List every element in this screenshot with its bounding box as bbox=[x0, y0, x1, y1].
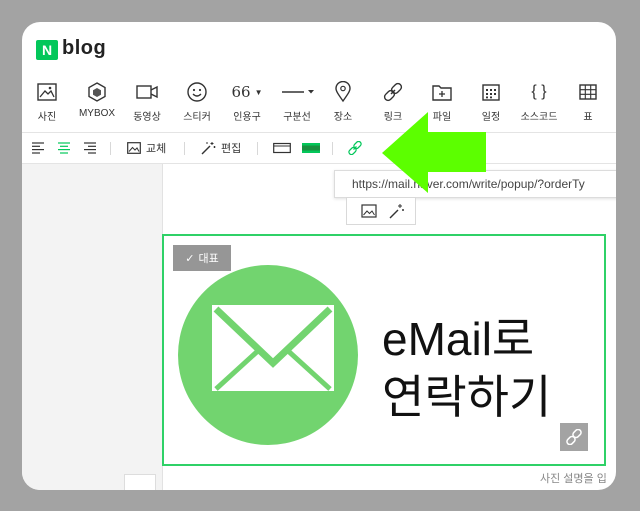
align-right-icon bbox=[84, 142, 96, 154]
size-full-icon bbox=[302, 143, 320, 153]
toolbar-label: 동영상 bbox=[133, 112, 161, 123]
toolbar-label: MYBOX bbox=[78, 108, 116, 119]
toolbar-table-button[interactable]: 표 bbox=[563, 80, 613, 123]
quick-edit-button[interactable] bbox=[387, 202, 405, 220]
quick-replace-button[interactable] bbox=[360, 202, 378, 220]
toolbar-label: 파일 bbox=[432, 112, 452, 123]
code-glyph: { } bbox=[531, 83, 547, 100]
divider-icon bbox=[272, 80, 322, 104]
chevron-down-icon: ▼ bbox=[254, 87, 263, 97]
code-icon: { } bbox=[514, 80, 564, 104]
photo-icon bbox=[22, 80, 72, 104]
toolbar-location-button[interactable]: 장소 bbox=[318, 80, 368, 123]
toolbar-file-button[interactable]: 파일 bbox=[417, 80, 467, 123]
subbar-divider bbox=[184, 142, 185, 155]
toolbar-sticker-button[interactable]: 스티커 bbox=[172, 80, 222, 123]
size-normal-button[interactable] bbox=[273, 139, 291, 157]
toolbar-code-button[interactable]: { } 소스코드 bbox=[514, 80, 564, 123]
align-center-button[interactable] bbox=[58, 139, 70, 157]
toolbar-photo-button[interactable]: 사진 bbox=[22, 80, 72, 123]
location-icon bbox=[318, 80, 368, 104]
subbar-divider bbox=[257, 142, 258, 155]
edit-image-button[interactable]: 편집 bbox=[200, 139, 241, 157]
toolbar-video-button[interactable]: 동영상 bbox=[122, 80, 172, 123]
toolbar-label: 사진 bbox=[37, 112, 57, 123]
size-normal-icon bbox=[273, 142, 291, 154]
toolbar-quote-button[interactable]: 66 ▼ 인용구 bbox=[222, 80, 272, 123]
file-icon bbox=[417, 80, 467, 104]
magic-wand-icon bbox=[389, 204, 404, 219]
image-text-line1: eMail로 bbox=[382, 313, 535, 365]
toolbar-link-button[interactable]: 링크 bbox=[368, 80, 418, 123]
align-center-icon bbox=[58, 142, 70, 154]
link-url-tooltip[interactable]: https://mail.naver.com/write/popup/?orde… bbox=[334, 170, 616, 198]
video-icon bbox=[122, 80, 172, 104]
naver-logo[interactable]: N bbox=[36, 40, 58, 60]
blog-logo-text[interactable]: blog bbox=[62, 37, 106, 60]
image-link-button[interactable] bbox=[348, 139, 362, 157]
quote-icon: 66 ▼ bbox=[222, 80, 272, 104]
envelope-icon bbox=[212, 305, 334, 391]
toolbar-label: 장소 bbox=[333, 112, 353, 123]
selected-image[interactable]: ✓ 대표 eMail로 연락하기 bbox=[162, 234, 606, 466]
size-full-button[interactable] bbox=[302, 139, 320, 157]
photo-icon bbox=[127, 142, 141, 154]
align-right-button[interactable] bbox=[84, 139, 96, 157]
check-icon: ✓ bbox=[185, 252, 195, 265]
image-quick-tools bbox=[346, 197, 416, 225]
left-side-panel bbox=[22, 164, 163, 490]
quote-glyph: 66 bbox=[231, 83, 251, 101]
toolbar-mybox-button[interactable]: MYBOX bbox=[72, 80, 122, 119]
toolbar-label: 인용구 bbox=[233, 112, 261, 123]
replace-label: 교체 bbox=[146, 143, 167, 155]
representative-badge[interactable]: ✓ 대표 bbox=[173, 245, 231, 271]
editor-window: N blog 사진 MYBOX 동영상 스티커 66 ▼ 인용구 구분선 장소 … bbox=[22, 22, 616, 490]
link-icon bbox=[368, 80, 418, 104]
subbar-divider bbox=[110, 142, 111, 155]
toolbar-label: 구분선 bbox=[283, 112, 311, 123]
toolbar-divider-button[interactable]: 구분선 bbox=[272, 80, 322, 123]
link-icon bbox=[566, 429, 582, 445]
toolbar-label: 표 bbox=[583, 112, 593, 123]
edit-label: 편집 bbox=[221, 143, 242, 155]
align-left-icon bbox=[32, 142, 44, 154]
photo-icon bbox=[361, 204, 377, 218]
toolbar-label: 일정 bbox=[481, 112, 501, 123]
toolbar-label: 스티커 bbox=[183, 112, 211, 123]
subbar-divider bbox=[332, 142, 333, 155]
magic-wand-icon bbox=[201, 142, 216, 155]
image-format-bar: 교체 편집 bbox=[22, 133, 616, 163]
image-text-line2: 연락하기 bbox=[382, 371, 552, 423]
mybox-icon bbox=[72, 80, 122, 104]
toolbar-calendar-button[interactable]: 일정 bbox=[466, 80, 516, 123]
align-left-button[interactable] bbox=[32, 139, 44, 157]
calendar-icon bbox=[466, 80, 516, 104]
link-url-text: https://mail.naver.com/write/popup/?orde… bbox=[352, 177, 585, 191]
badge-label: 대표 bbox=[198, 253, 219, 265]
insert-toolbar: 사진 MYBOX 동영상 스티커 66 ▼ 인용구 구분선 장소 링크 파일 일… bbox=[22, 74, 616, 130]
link-icon bbox=[348, 141, 362, 155]
table-icon bbox=[563, 80, 613, 104]
sticker-icon bbox=[172, 80, 222, 104]
replace-image-button[interactable]: 교체 bbox=[127, 139, 166, 157]
image-link-badge[interactable] bbox=[560, 423, 588, 451]
add-block-button[interactable] bbox=[124, 474, 156, 490]
toolbar-label: 링크 bbox=[383, 112, 403, 123]
toolbar-label: 소스코드 bbox=[520, 112, 558, 123]
logo-bar: N blog bbox=[22, 22, 616, 74]
image-caption-input[interactable]: 사진 설명을 입 bbox=[540, 470, 607, 486]
